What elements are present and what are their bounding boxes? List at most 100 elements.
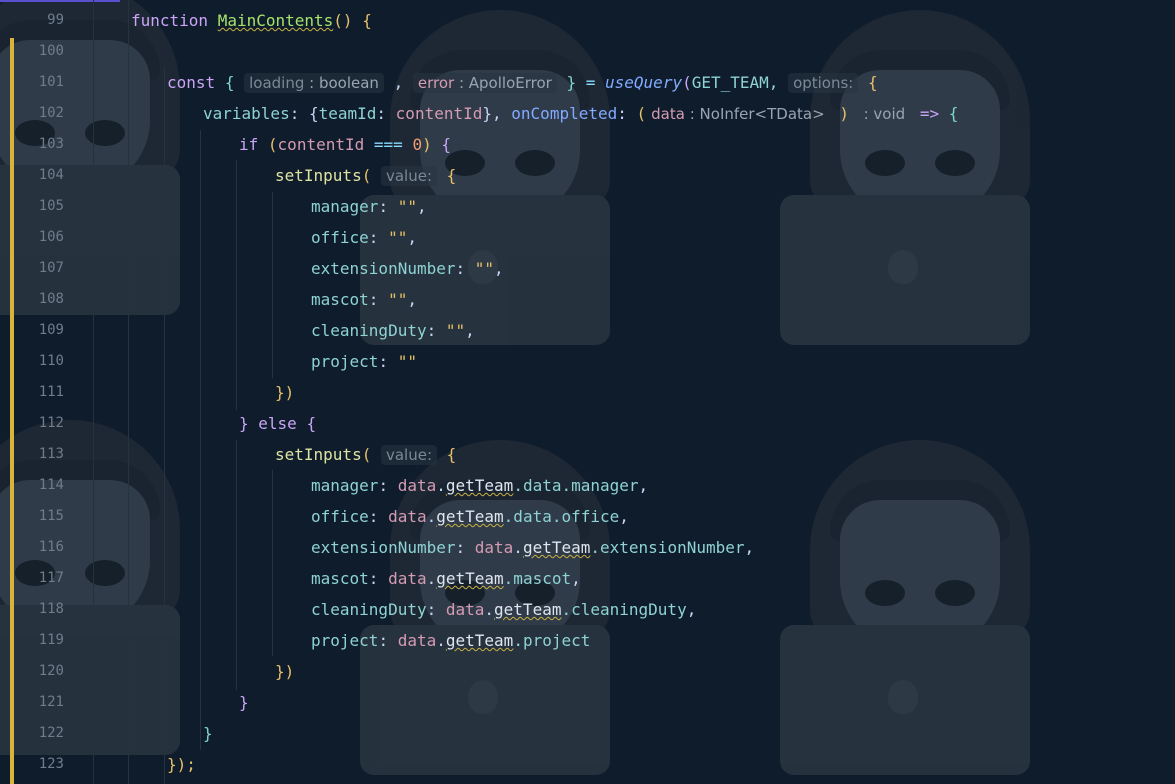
object-key: office: [311, 507, 369, 526]
code-line-119[interactable]: project: data.getTeam.project: [311, 625, 590, 656]
code-line-116[interactable]: extensionNumber: data.getTeam.extensionN…: [311, 532, 754, 563]
wallpaper-figure: [770, 10, 1070, 345]
line-number[interactable]: 122: [16, 725, 64, 741]
line-number[interactable]: 106: [16, 229, 64, 245]
string-literal: "": [388, 290, 408, 309]
data-ref: data: [445, 600, 485, 619]
data-ref: data: [397, 476, 437, 495]
deprecated-member[interactable]: getTeam: [446, 631, 513, 650]
indent-guide: [236, 440, 237, 690]
line-number[interactable]: 107: [16, 260, 64, 276]
string-literal: "": [474, 259, 495, 278]
object-key: extensionNumber: [311, 538, 456, 557]
line-number[interactable]: 105: [16, 198, 64, 214]
object-key: cleaningDuty: [311, 321, 427, 340]
object-key: mascot: [311, 569, 369, 588]
deprecated-member[interactable]: getTeam: [446, 476, 513, 495]
code-line-102[interactable]: variables: {teamId: contentId}, onComple…: [203, 98, 958, 129]
code-line-101[interactable]: const { loading : boolean , error : Apol…: [167, 67, 878, 98]
indent-guide: [200, 130, 201, 750]
line-number[interactable]: 100: [16, 43, 64, 59]
line-number[interactable]: 102: [16, 105, 64, 121]
line-number[interactable]: 115: [16, 508, 64, 524]
inlay-hint: error : ApolloError: [412, 73, 557, 93]
code-line-108[interactable]: mascot: "",: [311, 284, 417, 315]
code-line-105[interactable]: manager: "",: [311, 191, 427, 222]
line-number[interactable]: 112: [16, 415, 64, 431]
line-number[interactable]: 119: [16, 632, 64, 648]
line-number[interactable]: 109: [16, 322, 64, 338]
data-ref: data: [388, 569, 427, 588]
string-literal: "": [445, 321, 466, 340]
code-line-112[interactable]: } else {: [239, 408, 316, 439]
code-line-99[interactable]: function MainContents() {: [131, 5, 372, 36]
gutter-divider: [93, 0, 94, 784]
code-line-120[interactable]: }): [275, 656, 294, 687]
line-number[interactable]: 111: [16, 384, 64, 400]
code-line-104[interactable]: setInputs( value: {: [275, 160, 456, 191]
line-number[interactable]: 123: [16, 756, 64, 772]
code-line-109[interactable]: cleaningDuty: "",: [311, 315, 475, 346]
data-ref: data: [388, 507, 427, 526]
line-number[interactable]: 120: [16, 663, 64, 679]
member-path: .extensionNumber: [590, 538, 745, 557]
code-line-103[interactable]: if (contentId === 0) {: [239, 129, 451, 160]
indent-guide: [128, 0, 129, 784]
line-number[interactable]: 99: [16, 12, 64, 28]
object-key: mascot: [311, 290, 369, 309]
indent-guide: [164, 68, 165, 784]
inlay-hint: : void: [863, 105, 906, 123]
inlay-hint: data : NoInfer<TData>: [651, 105, 825, 123]
member-path: .cleaningDuty: [561, 600, 687, 619]
code-line-118[interactable]: cleaningDuty: data.getTeam.cleaningDuty,: [311, 594, 696, 625]
deprecated-member[interactable]: getTeam: [436, 507, 503, 526]
function-name[interactable]: MainContents: [218, 11, 334, 30]
deprecated-member[interactable]: getTeam: [436, 569, 503, 588]
object-key: manager: [311, 476, 379, 495]
code-line-107[interactable]: extensionNumber: "",: [311, 253, 504, 284]
indent-guide: [272, 192, 273, 378]
inlay-hint: value:: [380, 166, 438, 186]
line-number[interactable]: 116: [16, 539, 64, 555]
line-number[interactable]: 110: [16, 353, 64, 369]
code-line-115[interactable]: office: data.getTeam.data.office,: [311, 501, 629, 532]
line-number[interactable]: 113: [16, 446, 64, 462]
inlay-hint: options:: [788, 73, 859, 93]
code-line-122[interactable]: }: [203, 718, 213, 749]
object-key: manager: [311, 197, 379, 216]
line-number[interactable]: 108: [16, 291, 64, 307]
indent-guide: [236, 160, 237, 410]
member-path: .mascot: [503, 569, 572, 588]
string-literal: "": [388, 228, 408, 247]
data-ref: data: [474, 538, 514, 557]
line-number[interactable]: 103: [16, 136, 64, 152]
code-line-121[interactable]: }: [239, 687, 249, 718]
line-number[interactable]: 118: [16, 601, 64, 617]
git-modified-marker[interactable]: [10, 38, 14, 784]
data-ref: data: [397, 631, 437, 650]
code-line-113[interactable]: setInputs( value: {: [275, 439, 456, 470]
deprecated-member[interactable]: getTeam: [523, 538, 590, 557]
code-line-117[interactable]: mascot: data.getTeam.mascot,: [311, 563, 581, 594]
inlay-hint: value:: [380, 445, 438, 465]
member-path: .data.office: [503, 507, 620, 526]
line-number[interactable]: 117: [16, 570, 64, 586]
code-line-106[interactable]: office: "",: [311, 222, 417, 253]
current-line-indicator: [0, 0, 120, 2]
object-key: extensionNumber: [311, 259, 456, 278]
line-number[interactable]: 101: [16, 74, 64, 90]
line-number[interactable]: 114: [16, 477, 64, 493]
object-key: office: [311, 228, 369, 247]
wallpaper-figure: [770, 440, 1070, 775]
code-line-114[interactable]: manager: data.getTeam.data.manager,: [311, 470, 648, 501]
code-line-111[interactable]: }): [275, 377, 294, 408]
code-line-123[interactable]: });: [167, 749, 196, 780]
line-number[interactable]: 121: [16, 694, 64, 710]
object-key: project: [311, 631, 379, 650]
object-key: project: [311, 352, 379, 371]
deprecated-member[interactable]: getTeam: [494, 600, 561, 619]
object-key: cleaningDuty: [311, 600, 427, 619]
code-line-110[interactable]: project: "": [311, 346, 417, 377]
inlay-hint: loading : boolean: [244, 73, 384, 93]
line-number[interactable]: 104: [16, 167, 64, 183]
